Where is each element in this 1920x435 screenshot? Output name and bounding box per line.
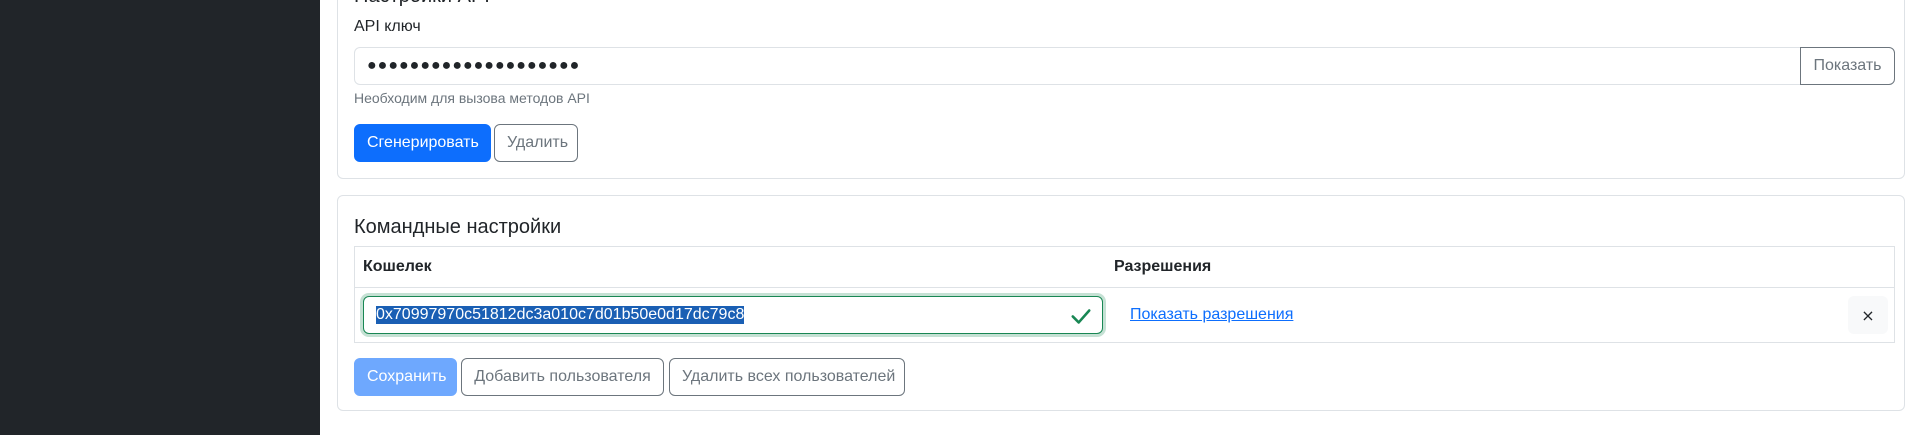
add-user-button[interactable]: Добавить пользователя [461,358,664,396]
delete-key-button[interactable]: Удалить [494,124,578,162]
main-content: Настройки API API ключ ●●●●●●●●●●●●●●●●●… [320,0,1920,435]
show-key-button[interactable]: Показать [1800,47,1895,85]
show-permissions-link[interactable]: Показать разрешения [1130,306,1293,324]
api-settings-title: Настройки API [354,0,490,8]
sidebar [0,0,320,435]
api-settings-card: Настройки API API ключ ●●●●●●●●●●●●●●●●●… [337,0,1905,179]
close-icon: × [1861,305,1875,325]
api-key-label: API ключ [354,18,421,35]
check-icon [1071,309,1091,324]
column-header-permissions: Разрешения [1114,258,1212,275]
api-key-field[interactable]: ●●●●●●●●●●●●●●●●●●●● [354,47,1801,85]
api-key-help-text: Необходим для вызова методов API [354,90,590,106]
team-settings-title: Командные настройки [354,216,562,238]
team-table: Кошелек Разрешения 0x70997970c51812dc3a0… [354,246,1895,343]
generate-key-button[interactable]: Сгенерировать [354,124,491,162]
table-header: Кошелек Разрешения [355,247,1894,288]
remove-user-button[interactable]: × [1848,296,1888,334]
save-button[interactable]: Сохранить [354,358,457,396]
team-settings-card: Командные настройки Кошелек Разрешения 0… [337,195,1905,411]
api-key-input-group: ●●●●●●●●●●●●●●●●●●●● Показать [354,47,1895,85]
wallet-value: 0x70997970c51812dc3a010c7d01b50e0d17dc79… [376,306,745,324]
wallet-input[interactable]: 0x70997970c51812dc3a010c7d01b50e0d17dc79… [363,296,1103,334]
delete-all-users-button[interactable]: Удалить всех пользователей [669,358,905,396]
column-header-wallet: Кошелек [363,258,432,275]
